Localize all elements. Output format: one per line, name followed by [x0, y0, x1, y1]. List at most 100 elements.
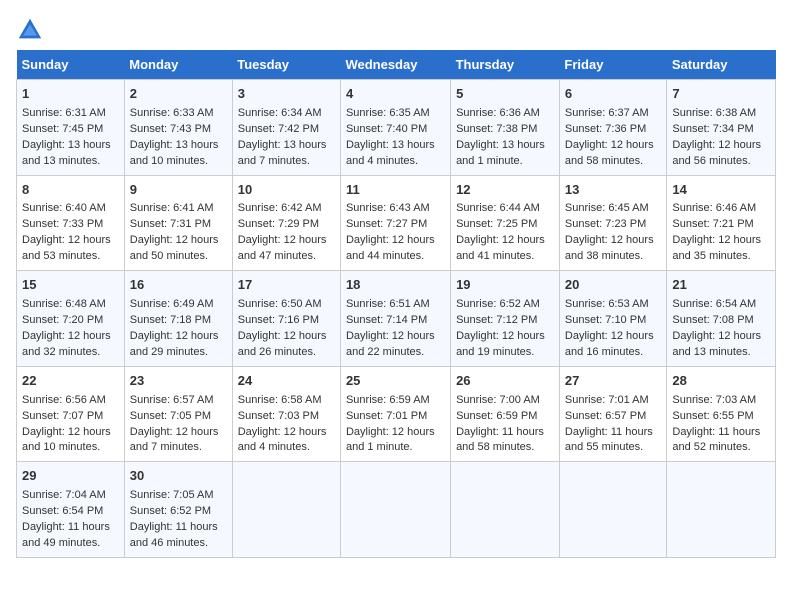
- calendar-cell: 11Sunrise: 6:43 AM Sunset: 7:27 PM Dayli…: [340, 175, 450, 271]
- calendar-cell: 21 Sunrise: 6:54 AM Sunset: 7:08 PM Dayli…: [667, 271, 776, 367]
- calendar-cell: 16Sunrise: 6:49 AM Sunset: 7:18 PM Dayli…: [124, 271, 232, 367]
- day-number: 25: [346, 372, 445, 391]
- calendar-cell: [667, 462, 776, 558]
- calendar-cell: 9Sunrise: 6:41 AM Sunset: 7:31 PM Daylig…: [124, 175, 232, 271]
- day-info: Sunrise: 7:05 AM Sunset: 6:52 PM Dayligh…: [130, 488, 227, 552]
- weekday-header: Tuesday: [232, 50, 340, 80]
- day-number: 7: [672, 85, 770, 104]
- day-info: Sunrise: 7:03 AM Sunset: 6:55 PM Dayligh…: [672, 393, 770, 457]
- calendar-cell: [451, 462, 560, 558]
- header: [16, 16, 776, 44]
- day-number: 2: [130, 85, 227, 104]
- day-number: 24: [238, 372, 335, 391]
- calendar-cell: 10Sunrise: 6:42 AM Sunset: 7:29 PM Dayli…: [232, 175, 340, 271]
- day-number: 16: [130, 276, 227, 295]
- day-info: Sunrise: 6:51 AM Sunset: 7:14 PM Dayligh…: [346, 297, 445, 361]
- calendar-cell: 26 Sunrise: 7:00 AM Sunset: 6:59 PM Dayli…: [451, 366, 560, 462]
- day-number: 30: [130, 467, 227, 486]
- day-number: 28: [672, 372, 770, 391]
- day-info: Sunrise: 6:44 AM Sunset: 7:25 PM Dayligh…: [456, 201, 554, 265]
- day-number: 29: [22, 467, 119, 486]
- calendar-cell: 17Sunrise: 6:50 AM Sunset: 7:16 PM Dayli…: [232, 271, 340, 367]
- day-number: 6: [565, 85, 661, 104]
- day-info: Sunrise: 6:38 AM Sunset: 7:34 PM Dayligh…: [672, 106, 770, 170]
- day-info: Sunrise: 6:54 AM Sunset: 7:08 PM Dayligh…: [672, 297, 770, 361]
- calendar-cell: 19 Sunrise: 6:52 AM Sunset: 7:12 PM Dayli…: [451, 271, 560, 367]
- day-number: 21: [672, 276, 770, 295]
- day-number: 8: [22, 181, 119, 200]
- day-number: 20: [565, 276, 661, 295]
- day-number: 4: [346, 85, 445, 104]
- calendar-cell: 4 Sunrise: 6:35 AM Sunset: 7:40 PM Daylig…: [340, 80, 450, 176]
- day-number: 1: [22, 85, 119, 104]
- calendar-week-row: 22Sunrise: 6:56 AM Sunset: 7:07 PM Dayli…: [17, 366, 776, 462]
- calendar-body: 1 Sunrise: 6:31 AM Sunset: 7:45 PM Daylig…: [17, 80, 776, 558]
- day-number: 11: [346, 181, 445, 200]
- calendar-cell: [340, 462, 450, 558]
- day-info: Sunrise: 6:58 AM Sunset: 7:03 PM Dayligh…: [238, 393, 335, 457]
- day-info: Sunrise: 6:35 AM Sunset: 7:40 PM Dayligh…: [346, 106, 445, 170]
- day-info: Sunrise: 7:00 AM Sunset: 6:59 PM Dayligh…: [456, 393, 554, 457]
- calendar-week-row: 15Sunrise: 6:48 AM Sunset: 7:20 PM Dayli…: [17, 271, 776, 367]
- weekday-header: Saturday: [667, 50, 776, 80]
- day-info: Sunrise: 6:41 AM Sunset: 7:31 PM Dayligh…: [130, 201, 227, 265]
- day-info: Sunrise: 6:31 AM Sunset: 7:45 PM Dayligh…: [22, 106, 119, 170]
- day-info: Sunrise: 6:52 AM Sunset: 7:12 PM Dayligh…: [456, 297, 554, 361]
- weekday-header: Friday: [559, 50, 666, 80]
- weekday-header: Wednesday: [340, 50, 450, 80]
- calendar-cell: 1 Sunrise: 6:31 AM Sunset: 7:45 PM Daylig…: [17, 80, 125, 176]
- calendar-cell: 3 Sunrise: 6:34 AM Sunset: 7:42 PM Daylig…: [232, 80, 340, 176]
- calendar-cell: 29 Sunrise: 7:04 AM Sunset: 6:54 PM Dayli…: [17, 462, 125, 558]
- day-info: Sunrise: 6:57 AM Sunset: 7:05 PM Dayligh…: [130, 393, 227, 457]
- calendar-week-row: 8Sunrise: 6:40 AM Sunset: 7:33 PM Daylig…: [17, 175, 776, 271]
- calendar-cell: 14Sunrise: 6:46 AM Sunset: 7:21 PM Dayli…: [667, 175, 776, 271]
- day-number: 15: [22, 276, 119, 295]
- calendar-cell: 20Sunrise: 6:53 AM Sunset: 7:10 PM Dayli…: [559, 271, 666, 367]
- day-number: 23: [130, 372, 227, 391]
- calendar-week-row: 29 Sunrise: 7:04 AM Sunset: 6:54 PM Dayli…: [17, 462, 776, 558]
- weekday-header: Thursday: [451, 50, 560, 80]
- logo: [16, 16, 48, 44]
- calendar-cell: [232, 462, 340, 558]
- calendar-cell: 25Sunrise: 6:59 AM Sunset: 7:01 PM Dayli…: [340, 366, 450, 462]
- calendar-cell: 28 Sunrise: 7:03 AM Sunset: 6:55 PM Dayli…: [667, 366, 776, 462]
- weekday-header: Sunday: [17, 50, 125, 80]
- calendar-cell: 13Sunrise: 6:45 AM Sunset: 7:23 PM Dayli…: [559, 175, 666, 271]
- day-number: 3: [238, 85, 335, 104]
- day-info: Sunrise: 7:04 AM Sunset: 6:54 PM Dayligh…: [22, 488, 119, 552]
- day-number: 27: [565, 372, 661, 391]
- day-number: 13: [565, 181, 661, 200]
- calendar-cell: 27Sunrise: 7:01 AM Sunset: 6:57 PM Dayli…: [559, 366, 666, 462]
- calendar-cell: 2 Sunrise: 6:33 AM Sunset: 7:43 PM Daylig…: [124, 80, 232, 176]
- day-number: 22: [22, 372, 119, 391]
- weekday-header-row: SundayMondayTuesdayWednesdayThursdayFrid…: [17, 50, 776, 80]
- day-number: 10: [238, 181, 335, 200]
- day-number: 9: [130, 181, 227, 200]
- calendar-cell: 23 Sunrise: 6:57 AM Sunset: 7:05 PM Dayli…: [124, 366, 232, 462]
- calendar-cell: 5 Sunrise: 6:36 AM Sunset: 7:38 PM Daylig…: [451, 80, 560, 176]
- day-info: Sunrise: 6:37 AM Sunset: 7:36 PM Dayligh…: [565, 106, 661, 170]
- calendar-cell: 22Sunrise: 6:56 AM Sunset: 7:07 PM Dayli…: [17, 366, 125, 462]
- day-info: Sunrise: 6:33 AM Sunset: 7:43 PM Dayligh…: [130, 106, 227, 170]
- calendar-cell: 12Sunrise: 6:44 AM Sunset: 7:25 PM Dayli…: [451, 175, 560, 271]
- day-info: Sunrise: 6:42 AM Sunset: 7:29 PM Dayligh…: [238, 201, 335, 265]
- day-number: 12: [456, 181, 554, 200]
- calendar-table: SundayMondayTuesdayWednesdayThursdayFrid…: [16, 50, 776, 558]
- calendar-week-row: 1 Sunrise: 6:31 AM Sunset: 7:45 PM Daylig…: [17, 80, 776, 176]
- calendar-cell: 6 Sunrise: 6:37 AM Sunset: 7:36 PM Daylig…: [559, 80, 666, 176]
- logo-icon: [16, 16, 44, 44]
- day-number: 17: [238, 276, 335, 295]
- day-info: Sunrise: 6:40 AM Sunset: 7:33 PM Dayligh…: [22, 201, 119, 265]
- calendar-cell: 18Sunrise: 6:51 AM Sunset: 7:14 PM Dayli…: [340, 271, 450, 367]
- day-info: Sunrise: 6:46 AM Sunset: 7:21 PM Dayligh…: [672, 201, 770, 265]
- day-number: 5: [456, 85, 554, 104]
- day-number: 26: [456, 372, 554, 391]
- day-info: Sunrise: 6:43 AM Sunset: 7:27 PM Dayligh…: [346, 201, 445, 265]
- calendar-cell: [559, 462, 666, 558]
- day-info: Sunrise: 6:36 AM Sunset: 7:38 PM Dayligh…: [456, 106, 554, 170]
- calendar-cell: 8Sunrise: 6:40 AM Sunset: 7:33 PM Daylig…: [17, 175, 125, 271]
- day-number: 19: [456, 276, 554, 295]
- calendar-cell: 24 Sunrise: 6:58 AM Sunset: 7:03 PM Dayli…: [232, 366, 340, 462]
- day-number: 14: [672, 181, 770, 200]
- day-info: Sunrise: 6:34 AM Sunset: 7:42 PM Dayligh…: [238, 106, 335, 170]
